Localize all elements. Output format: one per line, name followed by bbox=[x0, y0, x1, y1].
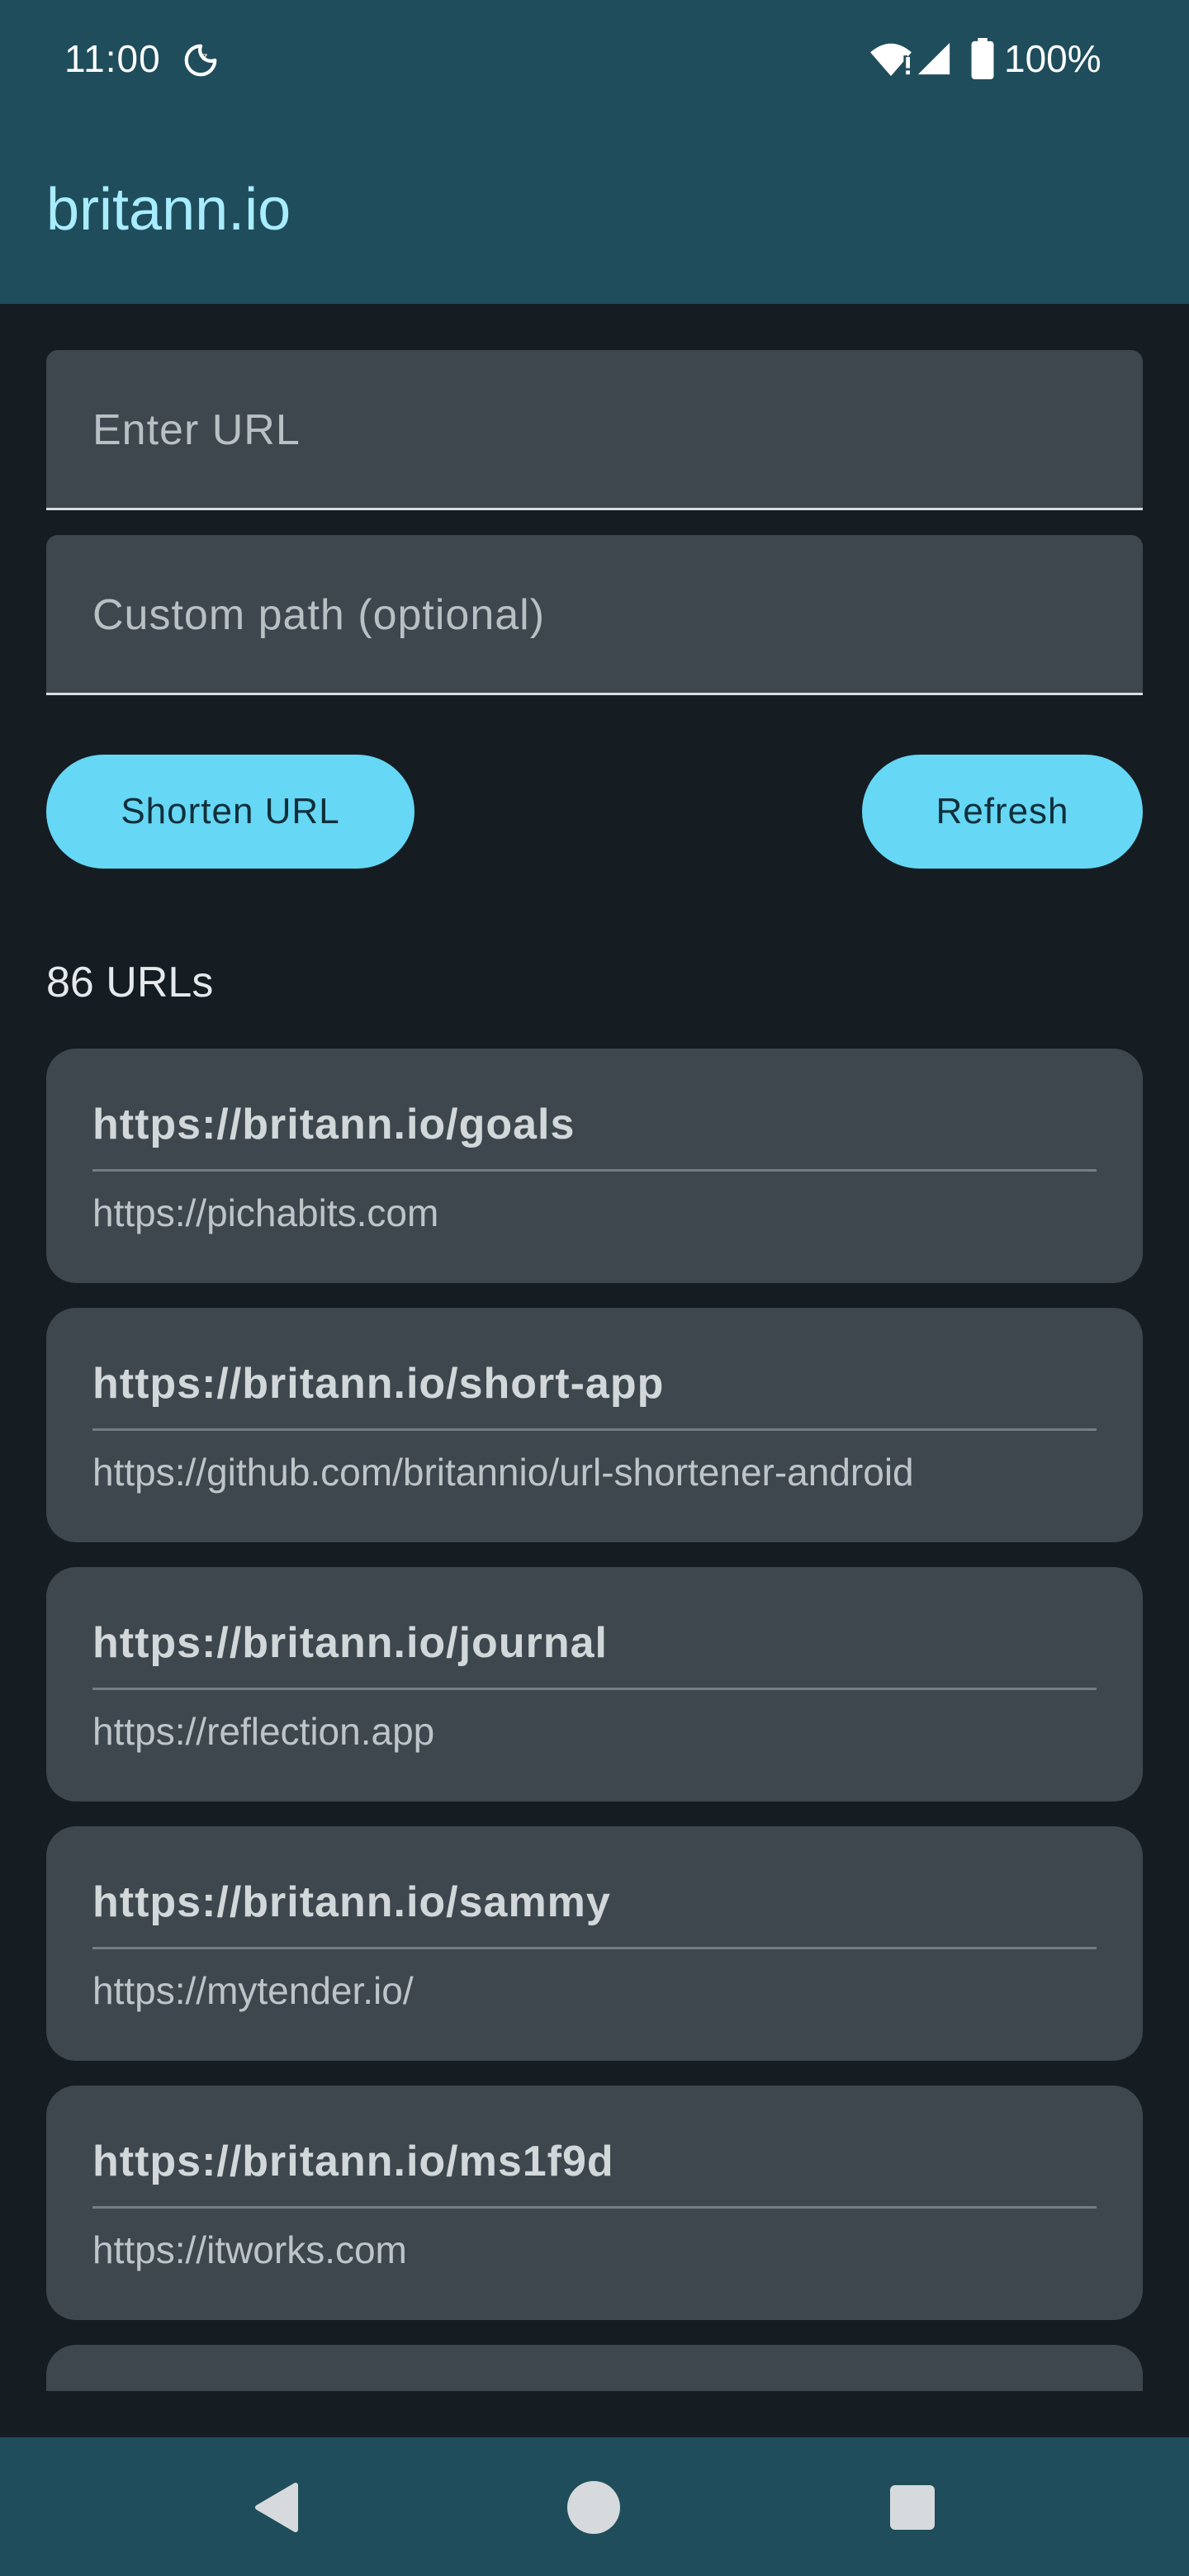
url-card[interactable]: https://britann.io/sammy https://mytende… bbox=[46, 1826, 1143, 2061]
original-url: https://pichabits.com bbox=[92, 1191, 439, 1234]
battery-icon bbox=[971, 38, 994, 79]
original-url: https://mytender.io/ bbox=[92, 1969, 414, 2012]
url-card[interactable] bbox=[46, 2345, 1143, 2391]
short-url: https://britann.io/short-app bbox=[92, 1360, 665, 1408]
card-divider bbox=[92, 1688, 1097, 1690]
recents-icon[interactable] bbox=[890, 2485, 935, 2530]
card-divider bbox=[92, 2206, 1097, 2209]
url-card[interactable]: https://britann.io/goals https://pichabi… bbox=[46, 1049, 1143, 1283]
url-input-container bbox=[46, 350, 1143, 510]
card-divider bbox=[92, 1428, 1097, 1431]
status-time: 11:00 bbox=[64, 37, 161, 80]
custom-path-input[interactable] bbox=[92, 535, 1097, 695]
app-bar: britann.io bbox=[0, 116, 1189, 304]
shorten-url-button[interactable]: Shorten URL bbox=[46, 755, 414, 869]
original-url: https://itworks.com bbox=[92, 2228, 407, 2271]
wifi-icon bbox=[870, 43, 912, 77]
short-url: https://britann.io/journal bbox=[92, 1619, 608, 1667]
refresh-button[interactable]: Refresh bbox=[862, 755, 1143, 869]
card-divider bbox=[92, 1947, 1097, 1949]
url-input[interactable] bbox=[92, 350, 1097, 510]
original-url: https://github.com/britannio/url-shorten… bbox=[92, 1451, 914, 1494]
url-card[interactable]: https://britann.io/ms1f9d https://itwork… bbox=[46, 2086, 1143, 2320]
url-count: 86 URLs bbox=[46, 959, 214, 1006]
url-card[interactable]: https://britann.io/short-app https://git… bbox=[46, 1308, 1143, 1542]
battery-percentage: 100% bbox=[1004, 37, 1101, 80]
moon-icon: z bbox=[184, 44, 217, 77]
back-icon[interactable] bbox=[253, 2482, 299, 2533]
url-list[interactable]: https://britann.io/goals https://pichabi… bbox=[0, 1049, 1189, 2391]
short-url: https://britann.io/goals bbox=[92, 1101, 576, 1148]
app-title: britann.io bbox=[46, 177, 291, 243]
signal-icon bbox=[917, 42, 950, 75]
short-url: https://britann.io/sammy bbox=[92, 1878, 611, 1926]
status-bar: 11:00 z 100% bbox=[0, 0, 1189, 116]
navigation-bar bbox=[0, 2437, 1189, 2576]
url-card[interactable]: https://britann.io/journal https://refle… bbox=[46, 1567, 1143, 1802]
original-url: https://reflection.app bbox=[92, 1710, 435, 1753]
home-icon[interactable] bbox=[566, 2480, 621, 2535]
card-divider bbox=[92, 1169, 1097, 1172]
svg-text:z: z bbox=[202, 50, 208, 63]
custom-path-input-container bbox=[46, 535, 1143, 695]
short-url: https://britann.io/ms1f9d bbox=[92, 2138, 614, 2185]
